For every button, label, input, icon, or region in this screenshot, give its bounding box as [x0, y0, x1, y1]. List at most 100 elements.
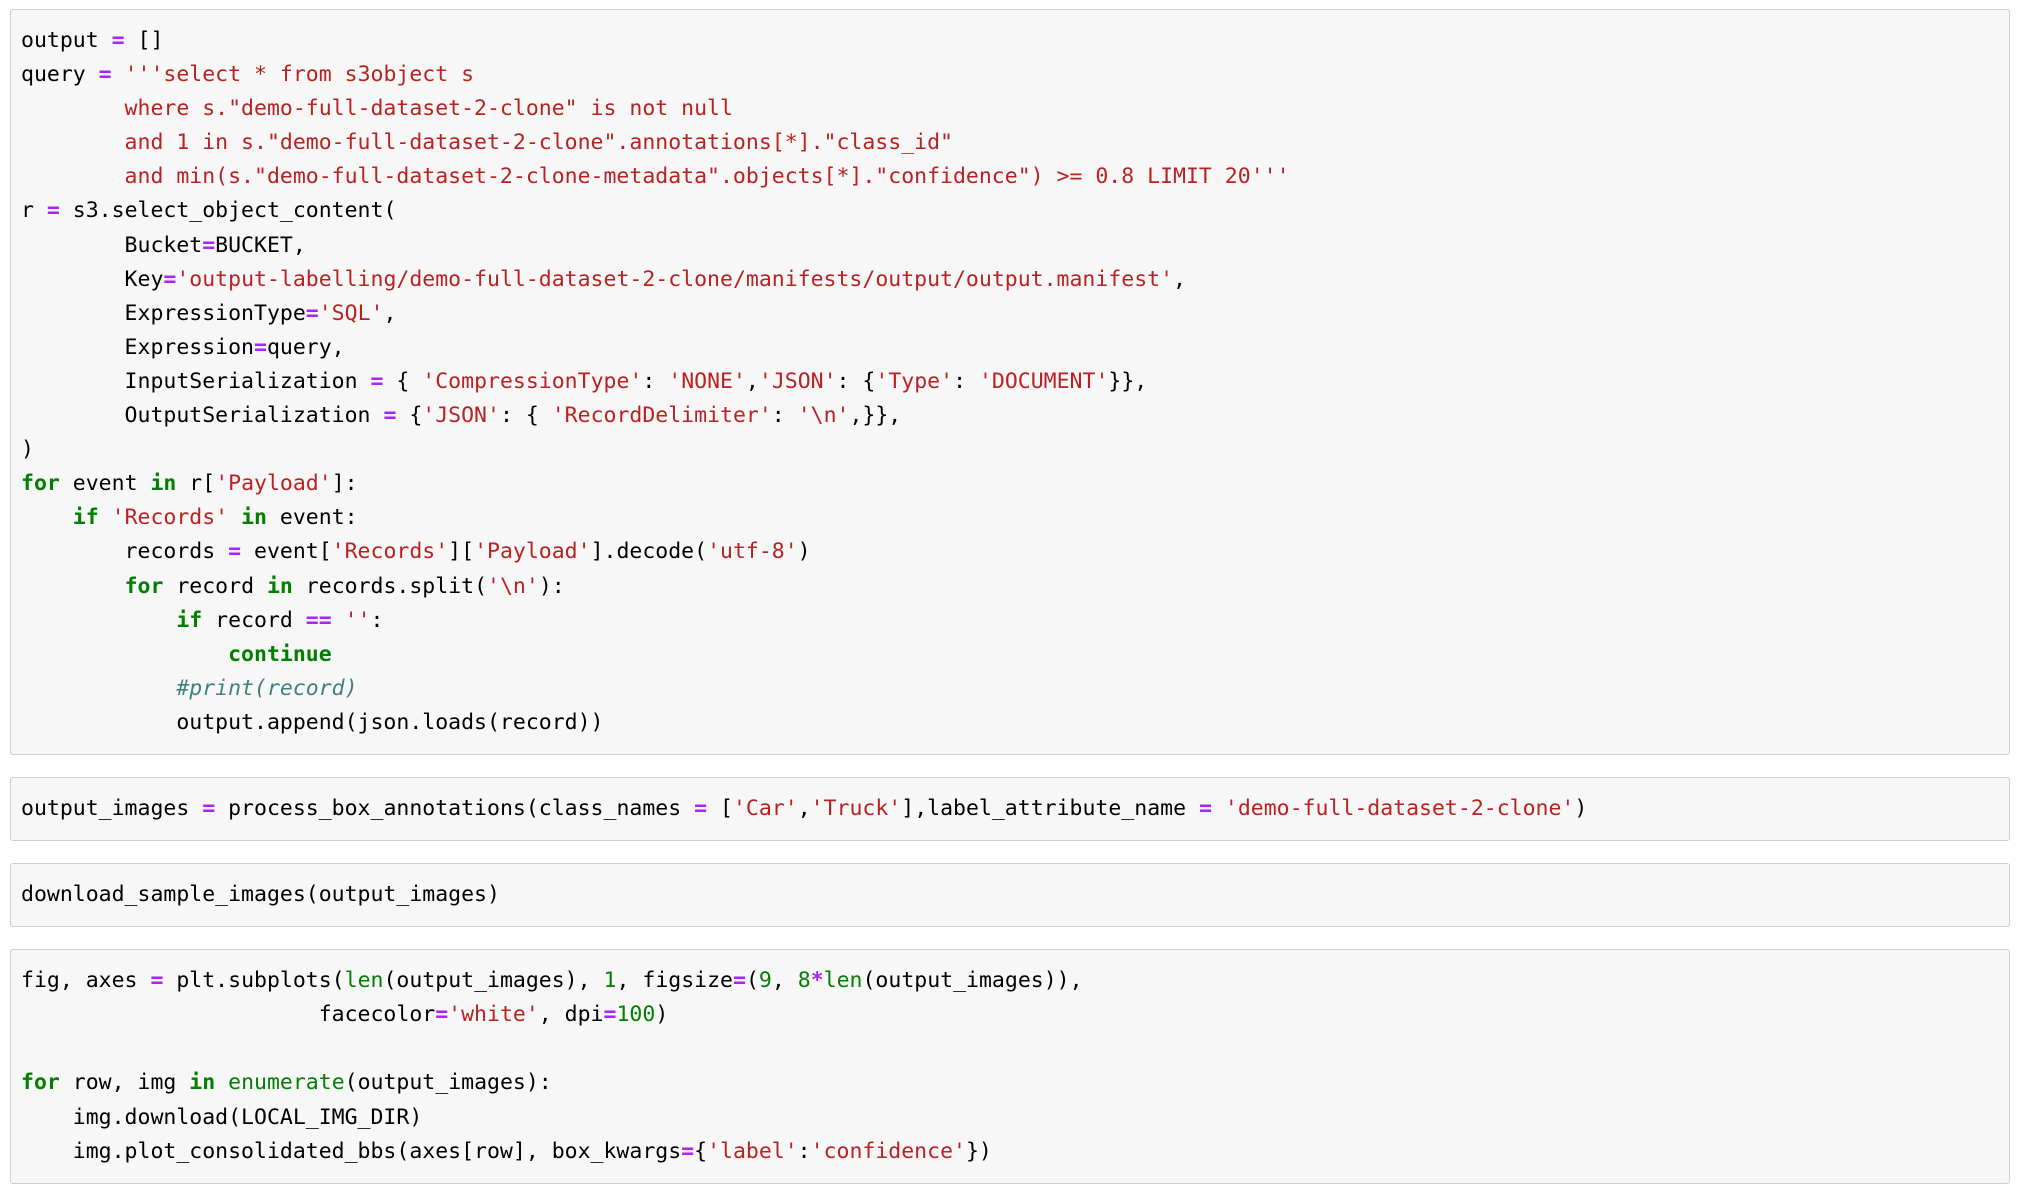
code-token: for [124, 573, 164, 599]
code-token: output [21, 28, 112, 53]
code-token: ( [745, 968, 759, 994]
code-cell-3-source[interactable]: download_sample_images(output_images) [11, 878, 2009, 912]
code-token: = [435, 1002, 449, 1028]
code-token: = [202, 232, 216, 258]
code-token: = [150, 968, 164, 994]
code-token: and 1 in s."demo-full-dataset-2-clone".a… [21, 130, 953, 156]
code-token: '' [344, 607, 371, 633]
code-token: 8 [797, 968, 811, 994]
code-token: InputSerialization [21, 368, 371, 394]
code-token: , [745, 368, 759, 394]
code-token: facecolor [21, 1002, 436, 1028]
code-token: records.split( [292, 573, 488, 599]
code-token: ExpressionType [21, 300, 306, 326]
code-token: 'Car' [732, 795, 798, 821]
code-token: = [46, 198, 60, 224]
code-token: : [642, 368, 669, 394]
code-line: img.plot_consolidated_bbs(axes[row], box… [21, 1139, 992, 1164]
code-token: in [150, 471, 177, 497]
code-token: , [771, 968, 798, 994]
code-line: and min(s."demo-full-dataset-2-clone-met… [21, 164, 1290, 189]
code-token: = [603, 1002, 617, 1028]
code-token: 'SQL' [318, 300, 384, 326]
code-token: = [681, 1138, 695, 1164]
code-token: 'RecordDelimiter' [551, 403, 772, 429]
code-token: = [383, 403, 397, 429]
code-token: (output_images), [383, 968, 604, 994]
code-token: (output_images): [344, 1070, 552, 1096]
code-line: download_sample_images(output_images) [21, 882, 500, 907]
code-token: for [21, 471, 60, 497]
code-token: == [305, 607, 332, 633]
code-cell-1-source[interactable]: output = [] query = '''select * from s3o… [11, 24, 2009, 740]
code-token: r [21, 198, 47, 224]
code-line: facecolor='white', dpi=100) [21, 1002, 669, 1028]
code-token: 'label' [707, 1138, 798, 1164]
code-line: Expression=query, [21, 335, 345, 360]
code-token: ) [1574, 795, 1588, 821]
code-token: : [953, 368, 979, 394]
code-token: #print(record) [176, 675, 358, 701]
code-token: 'Truck' [810, 795, 902, 821]
code-token: 'Records' [111, 505, 229, 531]
code-token: r[ [176, 471, 216, 497]
code-token: , dpi [538, 1002, 604, 1028]
code-token: in [189, 1070, 216, 1096]
code-line: for row, img in enumerate(output_images)… [21, 1070, 552, 1095]
code-line: if 'Records' in event: [21, 505, 358, 530]
code-cell-4[interactable]: fig, axes = plt.subplots(len(output_imag… [10, 949, 2010, 1184]
code-token: 'utf-8' [707, 539, 798, 565]
code-token: Bucket [21, 232, 203, 258]
code-line: InputSerialization = { 'CompressionType'… [21, 368, 1148, 394]
code-token: = [111, 28, 125, 53]
code-line: continue [21, 642, 332, 667]
code-token: '''select * from s3object s [111, 62, 475, 88]
code-token: 'demo-full-dataset-2-clone' [1224, 795, 1575, 821]
code-token: = [370, 368, 384, 394]
code-token: = [202, 795, 216, 821]
code-token: query [21, 62, 99, 88]
code-cell-3[interactable]: download_sample_images(output_images) [10, 863, 2010, 928]
code-cell-1[interactable]: output = [] query = '''select * from s3o… [10, 9, 2010, 755]
code-token: len [823, 968, 863, 994]
code-token: 'JSON' [758, 368, 837, 394]
code-token: , [797, 795, 811, 821]
code-token: { [694, 1138, 708, 1164]
code-token: process_box_annotations(class_names [215, 795, 695, 821]
code-line: for event in r['Payload']: [21, 471, 358, 496]
code-token: (output_images)), [862, 968, 1083, 994]
code-cell-2-source[interactable]: output_images = process_box_annotations(… [11, 792, 2009, 826]
notebook-container: output = [] query = '''select * from s3o… [0, 0, 2020, 1184]
code-line: and 1 in s."demo-full-dataset-2-clone".a… [21, 130, 953, 155]
code-line: ExpressionType='SQL', [21, 300, 397, 326]
code-line: Key='output-labelling/demo-full-dataset-… [21, 267, 1186, 292]
code-token: 'output-labelling/demo-full-dataset-2-cl… [176, 266, 1174, 292]
code-token: = [694, 795, 708, 821]
code-token: ]: [331, 471, 358, 497]
code-token: ): [538, 573, 565, 599]
code-token: , [1173, 266, 1186, 292]
code-token: 'white' [448, 1002, 539, 1028]
code-cell-4-source[interactable]: fig, axes = plt.subplots(len(output_imag… [11, 964, 2009, 1169]
code-token: where s."demo-full-dataset-2-clone" is n… [21, 96, 733, 122]
code-token: { [383, 368, 423, 394]
code-cell-2[interactable]: output_images = process_box_annotations(… [10, 776, 2010, 842]
code-token: 'Records' [331, 539, 449, 565]
code-token: 'Type' [875, 368, 954, 394]
code-line: ) [21, 437, 34, 462]
code-token: in [241, 505, 267, 531]
code-token: ,}}, [849, 403, 902, 429]
code-token: s3.select_object_content( [59, 198, 397, 224]
code-token: : [370, 607, 384, 633]
code-token: len [344, 968, 384, 994]
code-token: }) [965, 1138, 992, 1164]
code-token: output.append(json.loads(record)) [21, 709, 604, 735]
code-line: query = '''select * from s3object s [21, 62, 474, 87]
code-token: = [1198, 795, 1212, 821]
code-token: event [59, 471, 151, 497]
